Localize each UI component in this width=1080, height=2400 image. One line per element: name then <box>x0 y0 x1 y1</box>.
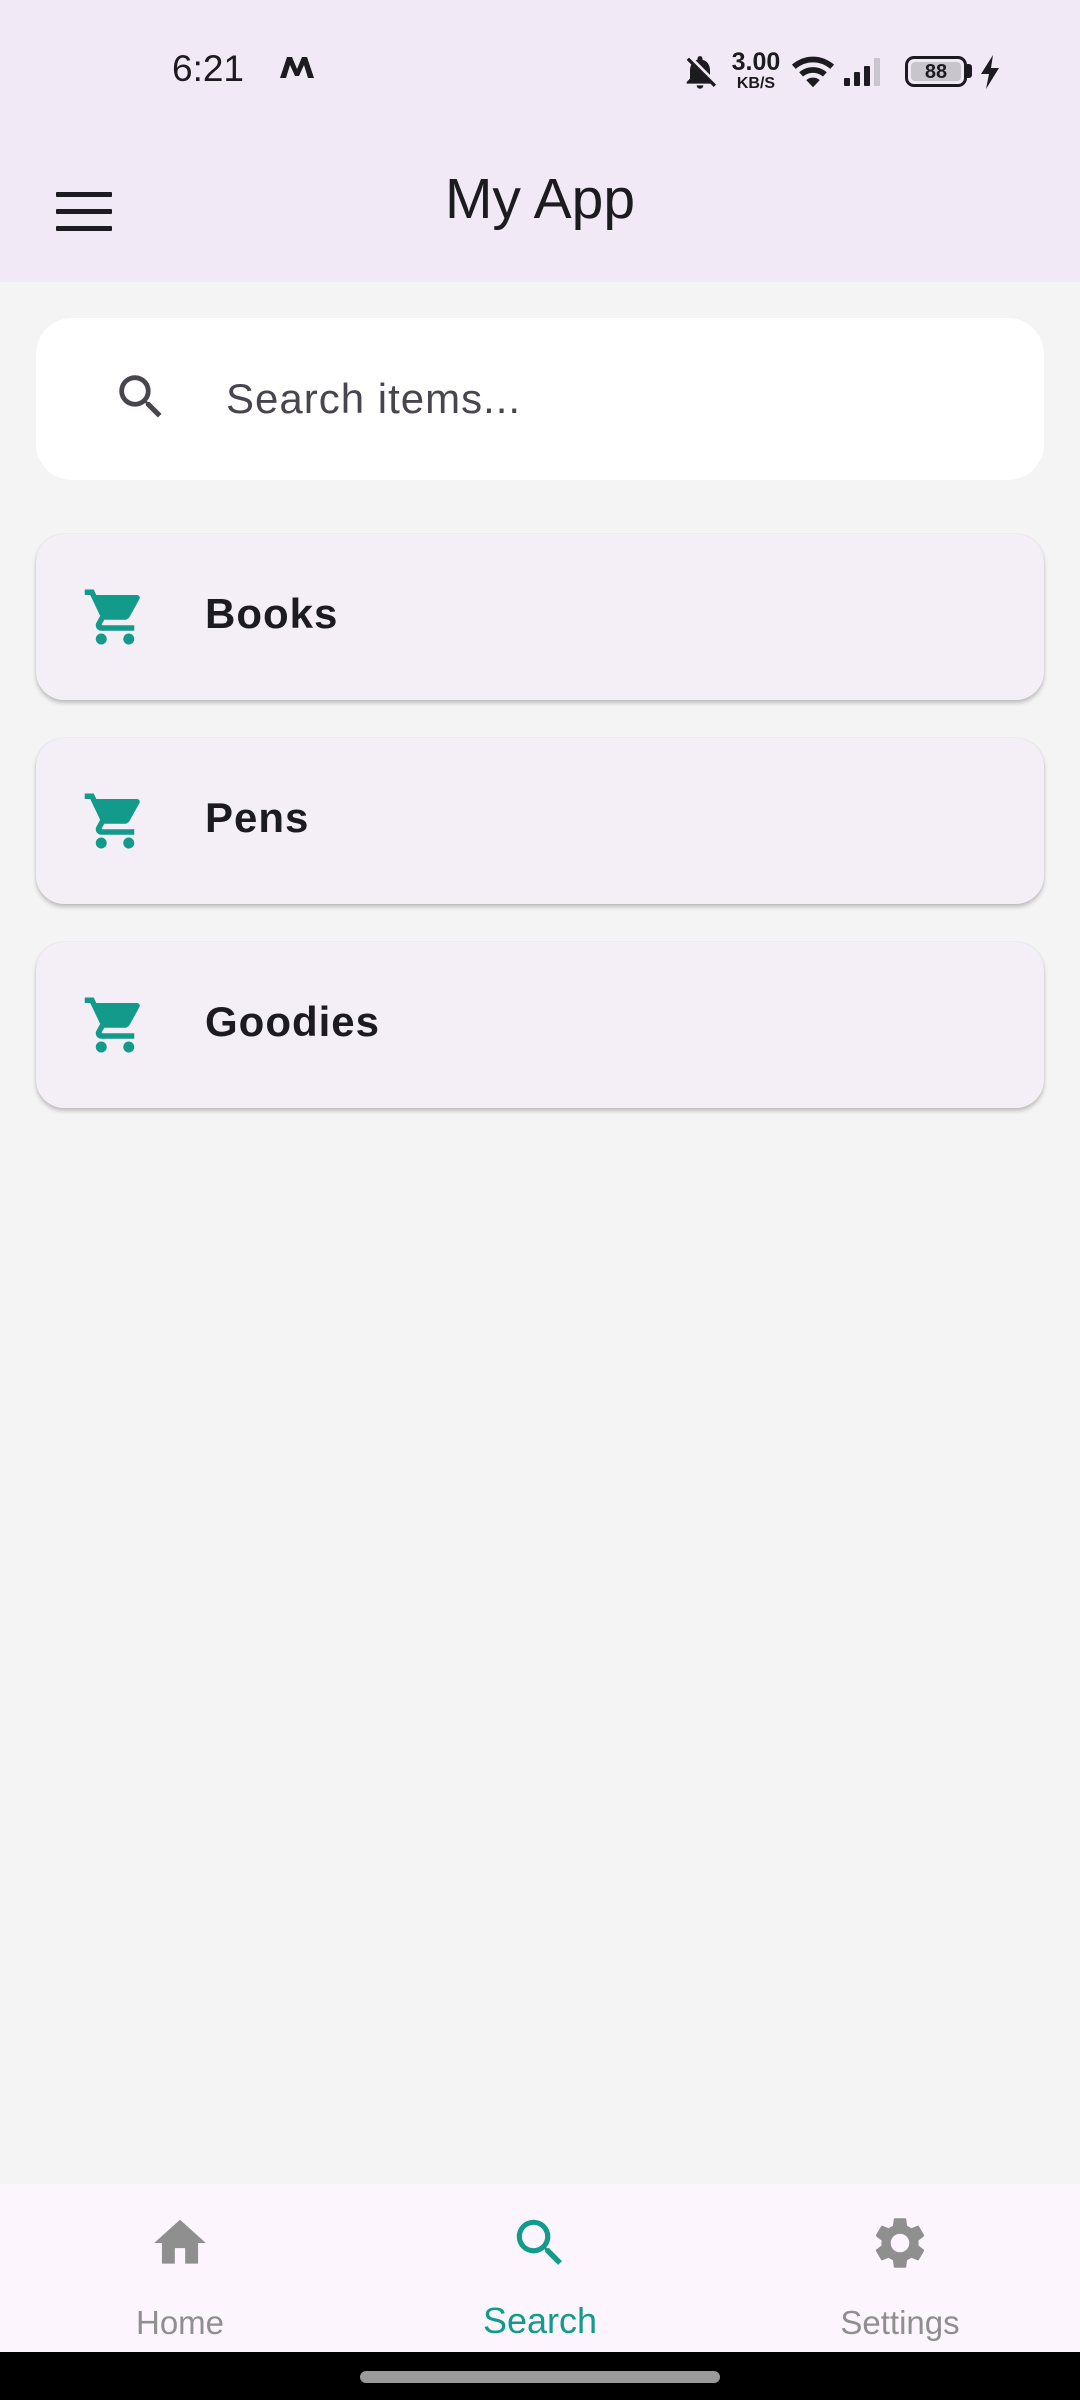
list-item-goodies[interactable]: Goodies <box>36 942 1044 1108</box>
bottom-navigation: Home Search Settings <box>0 2184 1080 2352</box>
page-title: My App <box>444 167 636 231</box>
net-speed-value: 3.00 <box>731 48 781 76</box>
m-app-icon <box>278 54 316 85</box>
signal-icon <box>842 56 890 93</box>
cart-icon <box>82 788 148 859</box>
nav-label-search: Search <box>482 2300 598 2341</box>
home-icon <box>149 2212 211 2279</box>
nav-item-home[interactable]: Home <box>0 2184 360 2352</box>
cart-icon <box>82 992 148 1063</box>
battery-tip <box>967 64 972 78</box>
wifi-icon <box>790 50 836 95</box>
screen: 6:21 3.00 KB/S 88 My App Search items...… <box>0 0 1080 2400</box>
list-item-label: Books <box>205 590 339 637</box>
list-item-label: Goodies <box>205 998 381 1045</box>
search-input[interactable] <box>226 358 1006 440</box>
system-gesture-bar <box>0 2352 1080 2400</box>
nav-item-settings[interactable]: Settings <box>720 2184 1080 2352</box>
app-bar: My App <box>0 140 1080 282</box>
net-speed: 3.00 KB/S <box>728 50 784 92</box>
battery-icon: 88 <box>905 56 967 87</box>
nav-item-search[interactable]: Search <box>360 2184 720 2352</box>
search-box[interactable] <box>36 318 1044 480</box>
gear-icon <box>869 2212 931 2279</box>
nav-label-settings: Settings <box>840 2304 960 2341</box>
charging-bolt-icon <box>978 54 1002 95</box>
bell-off-icon <box>680 52 720 97</box>
net-speed-unit: KB/S <box>736 75 776 92</box>
search-icon <box>509 2212 571 2279</box>
nav-label-home: Home <box>135 2304 225 2341</box>
battery-level: 88 <box>924 61 948 83</box>
list-item-books[interactable]: Books <box>36 534 1044 700</box>
status-time: 6:21 <box>172 48 245 89</box>
gesture-handle[interactable] <box>360 2371 720 2383</box>
list-item-pens[interactable]: Pens <box>36 738 1044 904</box>
list-item-label: Pens <box>205 794 310 841</box>
search-icon <box>112 368 170 431</box>
cart-icon <box>82 584 148 655</box>
status-bar: 6:21 3.00 KB/S 88 <box>0 0 1080 140</box>
